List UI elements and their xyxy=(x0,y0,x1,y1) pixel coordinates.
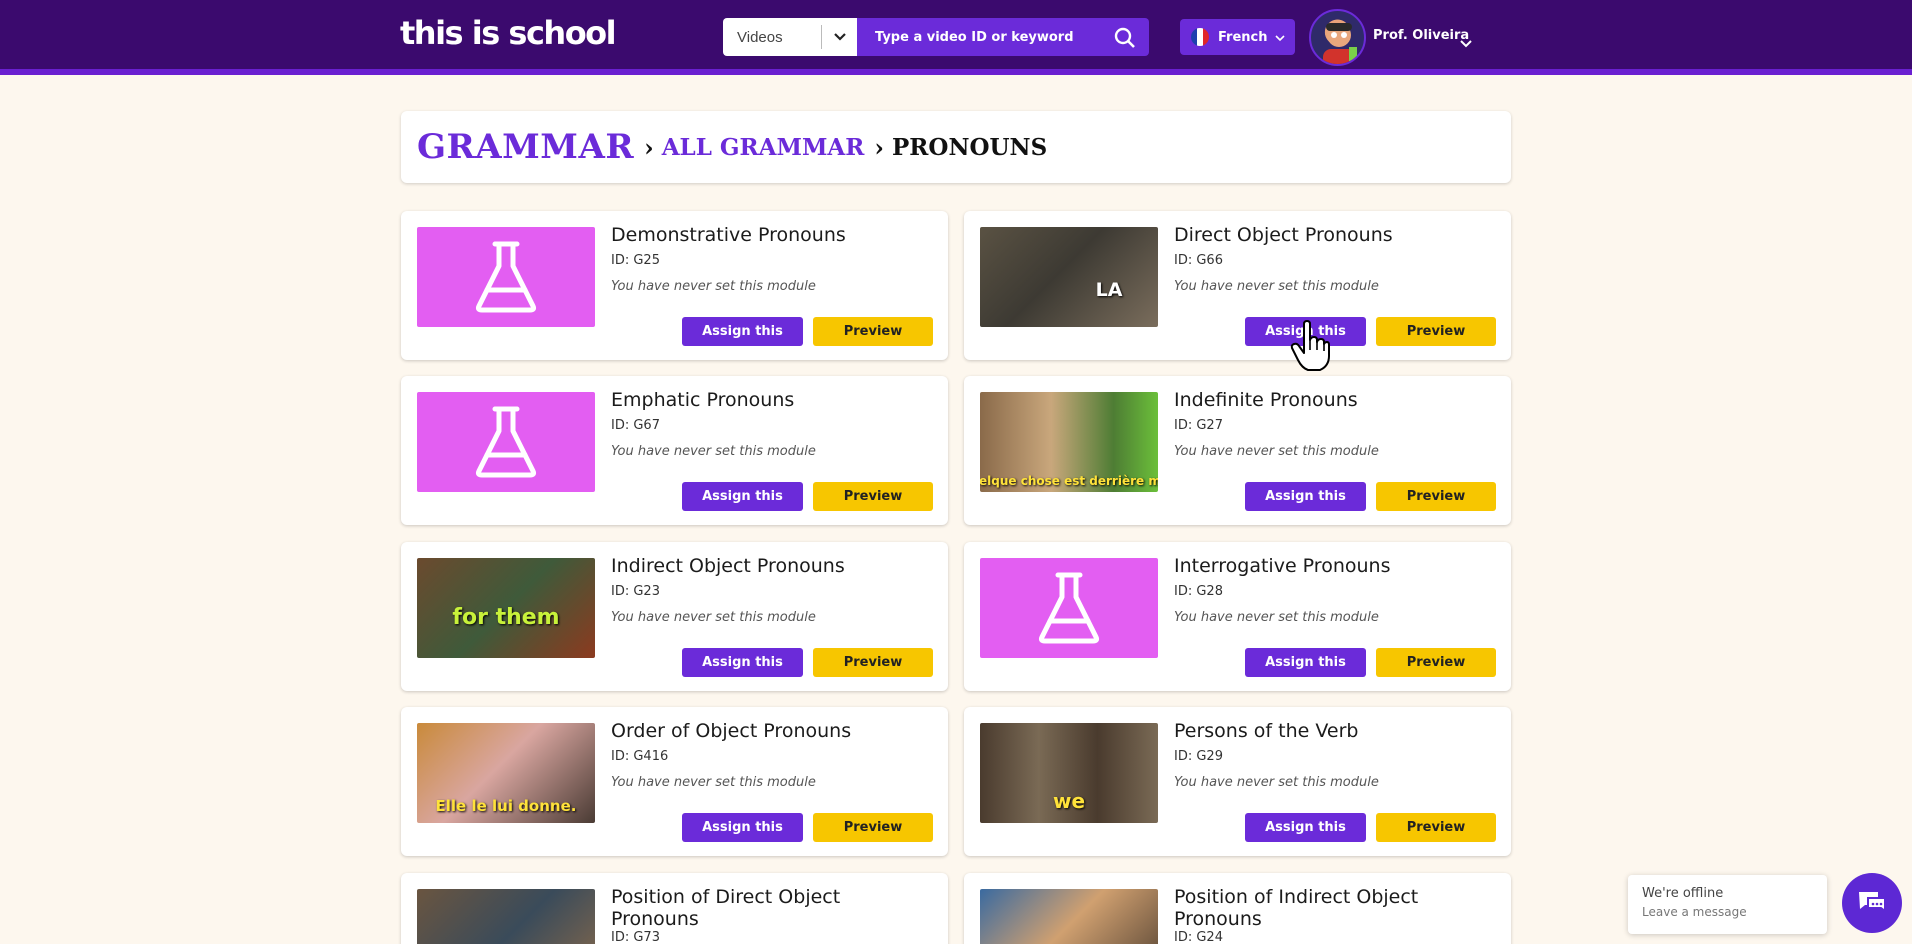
preview-button[interactable]: Preview xyxy=(1376,482,1496,511)
module-card-position-of-indirect-object-pronouns: Position of Indirect Object Pronouns ID:… xyxy=(964,873,1511,944)
preview-button[interactable]: Preview xyxy=(813,482,933,511)
chevron-down-icon xyxy=(1275,31,1285,46)
module-title[interactable]: Position of Direct Object Pronouns xyxy=(611,886,931,930)
breadcrumb-separator-icon: › xyxy=(874,132,884,162)
module-id: ID: G67 xyxy=(611,418,660,433)
module-title[interactable]: Order of Object Pronouns xyxy=(611,720,931,742)
assign-button[interactable]: Assign this xyxy=(682,813,803,842)
module-title[interactable]: Direct Object Pronouns xyxy=(1174,224,1494,246)
chat-bubble-icon xyxy=(1859,892,1886,913)
module-thumbnail[interactable] xyxy=(417,227,595,327)
language-selector[interactable]: French xyxy=(1180,19,1295,55)
avatar[interactable] xyxy=(1309,9,1366,66)
module-card-indefinite-pronouns: Quelque chose est derrière moi. Indefini… xyxy=(964,376,1511,525)
chat-offline-notice[interactable]: We're offline Leave a message xyxy=(1628,875,1827,934)
module-id: ID: G28 xyxy=(1174,584,1223,599)
preview-button[interactable]: Preview xyxy=(813,648,933,677)
search-input[interactable] xyxy=(875,29,1115,45)
breadcrumb-all-grammar[interactable]: ALL GRAMMAR xyxy=(662,134,865,161)
search-scope-select[interactable]: Videos xyxy=(723,18,857,56)
module-status: You have never set this module xyxy=(1174,775,1379,790)
preview-button[interactable]: Preview xyxy=(813,813,933,842)
module-status: You have never set this module xyxy=(1174,444,1379,459)
chat-launcher-button[interactable] xyxy=(1842,873,1902,933)
breadcrumb: GRAMMAR › ALL GRAMMAR › PRONOUNS xyxy=(401,111,1511,183)
module-title[interactable]: Indefinite Pronouns xyxy=(1174,389,1494,411)
assign-button[interactable]: Assign this xyxy=(682,648,803,677)
preview-button[interactable]: Preview xyxy=(1376,813,1496,842)
thumbnail-caption: LA xyxy=(1095,279,1123,301)
flask-icon xyxy=(475,406,537,478)
hand-pointer-cursor-icon xyxy=(1290,320,1330,376)
module-card-indirect-object-pronouns: for them Indirect Object Pronouns ID: G2… xyxy=(401,542,948,691)
module-card-order-of-object-pronouns: Elle le lui donne. Order of Object Prono… xyxy=(401,707,948,856)
assign-button[interactable]: Assign this xyxy=(682,317,803,346)
module-card-interrogative-pronouns: Interrogative Pronouns ID: G28 You have … xyxy=(964,542,1511,691)
assign-button[interactable]: Assign this xyxy=(1245,482,1366,511)
module-status: You have never set this module xyxy=(611,775,816,790)
module-thumbnail[interactable]: for them xyxy=(417,558,595,658)
thumbnail-caption: Quelque chose est derrière moi. xyxy=(980,474,1158,488)
chevron-down-icon[interactable] xyxy=(1460,33,1472,52)
module-id: ID: G27 xyxy=(1174,418,1223,433)
module-status: You have never set this module xyxy=(611,444,816,459)
module-thumbnail[interactable] xyxy=(417,392,595,492)
module-id: ID: G29 xyxy=(1174,749,1223,764)
top-navigation-bar: this is school Videos French xyxy=(0,0,1912,75)
thumbnail-caption: we xyxy=(1052,789,1086,813)
assign-button[interactable]: Assign this xyxy=(1245,648,1366,677)
breadcrumb-separator-icon: › xyxy=(644,132,654,162)
flask-icon xyxy=(1038,572,1100,644)
module-id: ID: G24 xyxy=(1174,930,1223,944)
thumbnail-caption: for them xyxy=(452,605,560,630)
module-id: ID: G66 xyxy=(1174,253,1223,268)
search-input-wrapper xyxy=(857,18,1149,56)
module-thumbnail[interactable] xyxy=(417,889,595,944)
module-card-direct-object-pronouns: LA Direct Object Pronouns ID: G66 You ha… xyxy=(964,211,1511,360)
module-title[interactable]: Position of Indirect Object Pronouns xyxy=(1174,886,1494,930)
module-card-demonstrative-pronouns: Demonstrative Pronouns ID: G25 You have … xyxy=(401,211,948,360)
module-thumbnail[interactable]: Elle le lui donne. xyxy=(417,723,595,823)
module-card-emphatic-pronouns: Emphatic Pronouns ID: G67 You have never… xyxy=(401,376,948,525)
module-thumbnail[interactable] xyxy=(980,558,1158,658)
module-title[interactable]: Persons of the Verb xyxy=(1174,720,1494,742)
module-status: You have never set this module xyxy=(611,279,816,294)
breadcrumb-grammar[interactable]: GRAMMAR xyxy=(417,127,634,167)
assign-button[interactable]: Assign this xyxy=(682,482,803,511)
module-thumbnail[interactable]: Quelque chose est derrière moi. xyxy=(980,392,1158,492)
profile-name[interactable]: Prof. Oliveira xyxy=(1373,28,1469,43)
language-label: French xyxy=(1218,29,1268,45)
preview-button[interactable]: Preview xyxy=(1376,648,1496,677)
module-title[interactable]: Demonstrative Pronouns xyxy=(611,224,931,246)
module-card-persons-of-the-verb: we Persons of the Verb ID: G29 You have … xyxy=(964,707,1511,856)
flask-icon xyxy=(475,241,537,313)
module-title[interactable]: Indirect Object Pronouns xyxy=(611,555,931,577)
preview-button[interactable]: Preview xyxy=(1376,317,1496,346)
module-id: ID: G25 xyxy=(611,253,660,268)
search-scope-label: Videos xyxy=(737,28,783,46)
module-thumbnail[interactable]: we xyxy=(980,723,1158,823)
site-logo[interactable]: this is school xyxy=(400,14,617,52)
module-thumbnail[interactable] xyxy=(980,889,1158,944)
module-thumbnail[interactable]: LA xyxy=(980,227,1158,327)
module-status: You have never set this module xyxy=(611,610,816,625)
module-title[interactable]: Interrogative Pronouns xyxy=(1174,555,1494,577)
module-status: You have never set this module xyxy=(1174,279,1379,294)
search-bar: Videos xyxy=(723,18,1149,56)
chevron-down-icon xyxy=(821,25,857,49)
module-card-position-of-direct-object-pronouns: Position of Direct Object Pronouns ID: G… xyxy=(401,873,948,944)
module-id: ID: G416 xyxy=(611,749,669,764)
french-flag-icon xyxy=(1191,28,1209,46)
module-title[interactable]: Emphatic Pronouns xyxy=(611,389,931,411)
assign-button[interactable]: Assign this xyxy=(1245,813,1366,842)
module-id: ID: G73 xyxy=(611,930,660,944)
preview-button[interactable]: Preview xyxy=(813,317,933,346)
breadcrumb-pronouns: PRONOUNS xyxy=(892,133,1048,161)
thumbnail-caption: Elle le lui donne. xyxy=(435,797,577,815)
chat-action-text: Leave a message xyxy=(1642,905,1747,919)
module-status: You have never set this module xyxy=(1174,610,1379,625)
chat-status-text: We're offline xyxy=(1642,886,1724,901)
module-id: ID: G23 xyxy=(611,584,660,599)
search-icon[interactable] xyxy=(1113,26,1137,50)
